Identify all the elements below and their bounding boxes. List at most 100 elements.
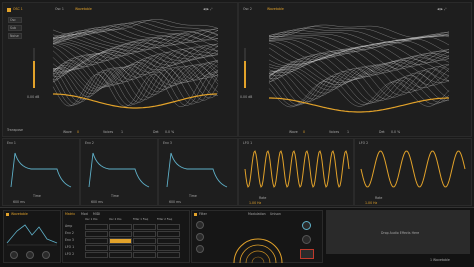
env2-footer-time: Time xyxy=(111,194,119,198)
device-knob-2[interactable] xyxy=(26,251,34,259)
osc2-footer-wave-val[interactable]: 0 xyxy=(303,130,305,134)
osc1-on-indicator[interactable] xyxy=(7,8,11,12)
wavetable-frame-line xyxy=(268,51,450,76)
sub-source-label: Sub xyxy=(10,26,17,30)
lfo1-label: LFO 1 xyxy=(243,141,253,145)
matrix-tab-matrix[interactable]: Matrix xyxy=(65,212,75,216)
matrix-tab-mod[interactable]: Mod xyxy=(81,212,88,216)
osc1-footer-wave-val[interactable]: 0 xyxy=(77,130,79,134)
matrix-cell[interactable] xyxy=(85,238,108,244)
matrix-cell[interactable] xyxy=(109,252,132,258)
osc2-footer-det: Det xyxy=(379,130,385,134)
env3-label: Env 3 xyxy=(163,141,172,145)
env1-footer-value[interactable]: 600 ms xyxy=(13,200,25,204)
matrix-row-label: Env 3 xyxy=(65,238,74,242)
matrix-cell[interactable] xyxy=(133,245,156,251)
wavetable-device-filter-graph[interactable] xyxy=(6,221,58,247)
matrix-cell[interactable] xyxy=(133,231,156,237)
mod-matrix-device: Matrix Mod MIDI Amp Env 2 Env 3 LFO 1 LFO 2 O… xyxy=(62,210,190,263)
noise-source-button[interactable]: Noise xyxy=(8,33,22,39)
matrix-cell[interactable] xyxy=(157,252,180,258)
wavetable-frame-line xyxy=(268,71,450,102)
osc2-level-readout: 0.00 dB xyxy=(240,95,253,99)
osc-source-button[interactable]: Osc xyxy=(8,17,22,23)
matrix-cell[interactable] xyxy=(109,238,132,244)
matrix-cell[interactable] xyxy=(85,245,108,251)
lfo2-footer-rate-val[interactable]: 1.00 Hz xyxy=(365,201,377,205)
lfo1-footer-rate: Rate xyxy=(259,196,267,200)
osc1-footer-voices-val[interactable]: 1 xyxy=(121,130,123,134)
env1-curve[interactable] xyxy=(10,149,73,189)
matrix-cell[interactable] xyxy=(85,224,108,230)
matrix-cell[interactable] xyxy=(133,238,156,244)
wavetable-frame-line xyxy=(268,24,449,38)
filter-knob-4[interactable] xyxy=(302,221,311,230)
osc1-wavetable-display[interactable] xyxy=(52,17,219,117)
device-knob-1[interactable] xyxy=(10,251,18,259)
filter-knob-1[interactable] xyxy=(196,221,204,229)
filter-knob-2[interactable] xyxy=(196,233,204,241)
filter-tab-unison[interactable]: Unison xyxy=(270,212,281,216)
osc1-header-a: Osc 1 xyxy=(55,7,64,11)
filter-mode-button[interactable] xyxy=(300,249,314,259)
matrix-cell[interactable] xyxy=(157,224,180,230)
env1-footer-time: Time xyxy=(33,194,41,198)
wavetable-device-power[interactable] xyxy=(6,213,9,216)
osc2-header-b[interactable]: Wavetable xyxy=(267,7,284,11)
osc2-arrow-icons[interactable]: ◀ ▶ ⤢ xyxy=(437,7,446,11)
osc2-footer-voices: Voices xyxy=(329,130,340,134)
env3-footer-value[interactable]: 600 ms xyxy=(169,200,181,204)
osc2-footer-det-val[interactable]: 0.0 % xyxy=(391,130,400,134)
osc1-arrow-icons[interactable]: ◀ ▶ ⤢ xyxy=(203,7,212,11)
osc1-footer-det-val[interactable]: 0.0 % xyxy=(165,130,174,134)
matrix-row-label: Amp xyxy=(65,224,73,228)
wavetable-frame-line xyxy=(52,25,219,43)
matrix-cell[interactable] xyxy=(157,245,180,251)
lfo1-panel: LFO 1 Rate 1.00 Hz xyxy=(238,138,354,206)
sub-source-button[interactable]: Sub xyxy=(8,25,22,31)
wavetable-frame-line xyxy=(268,46,450,68)
wavetable-device-title: Wavetable xyxy=(11,212,28,216)
device-knob-3[interactable] xyxy=(42,251,50,259)
env2-footer-value[interactable]: 600 ms xyxy=(91,200,103,204)
matrix-cell[interactable] xyxy=(133,224,156,230)
filter-knob-5[interactable] xyxy=(302,235,311,244)
matrix-tab-midi[interactable]: MIDI xyxy=(93,212,100,216)
matrix-cell[interactable] xyxy=(85,231,108,237)
matrix-cell[interactable] xyxy=(157,231,180,237)
wavetable-current-frame xyxy=(269,97,449,113)
lfo-line xyxy=(360,150,466,188)
matrix-cell[interactable] xyxy=(85,252,108,258)
envelope-line xyxy=(10,152,72,188)
audio-effects-drop-zone[interactable]: Drop Audio Effects Here xyxy=(326,210,470,254)
mod-matrix-grid: Amp Env 2 Env 3 LFO 1 LFO 2 Osc 1 Pos Osc 2 Po… xyxy=(65,218,185,262)
lfo1-footer-rate-val[interactable]: 1.00 Hz xyxy=(249,201,261,205)
osc2-footer-wave: Wave xyxy=(289,130,298,134)
env3-footer-time: Time xyxy=(189,194,197,198)
matrix-row-label: Env 2 xyxy=(65,231,74,235)
lfo-line xyxy=(244,150,350,188)
lfo2-waveform[interactable] xyxy=(360,147,466,191)
wavetable-frame-line xyxy=(268,31,450,48)
matrix-cell[interactable] xyxy=(133,252,156,258)
matrix-cell[interactable] xyxy=(157,238,180,244)
env2-label: Env 2 xyxy=(85,141,94,145)
matrix-cell[interactable] xyxy=(109,245,132,251)
matrix-cell[interactable] xyxy=(109,231,132,237)
filter-arc-display[interactable] xyxy=(230,219,286,264)
lfo1-waveform[interactable] xyxy=(244,147,350,191)
osc2-wavetable-display[interactable] xyxy=(268,21,450,121)
env3-curve[interactable] xyxy=(166,149,229,189)
env2-curve[interactable] xyxy=(88,149,151,189)
filter-tab-modulation[interactable]: Modulation xyxy=(248,212,266,216)
wavetable-frame-line xyxy=(52,66,219,99)
osc1-header-b[interactable]: Wavetable xyxy=(75,7,92,11)
wavetable-frame-line xyxy=(268,81,450,108)
osc2-footer-voices-val[interactable]: 1 xyxy=(347,130,349,134)
wavetable-device: Wavetable xyxy=(3,210,61,263)
matrix-cell[interactable] xyxy=(109,224,132,230)
filter-knob-3[interactable] xyxy=(196,245,204,253)
noise-source-label: Noise xyxy=(10,34,19,38)
osc1-device-label: OSC 1 xyxy=(13,7,23,11)
filter-device-power[interactable] xyxy=(194,213,197,216)
